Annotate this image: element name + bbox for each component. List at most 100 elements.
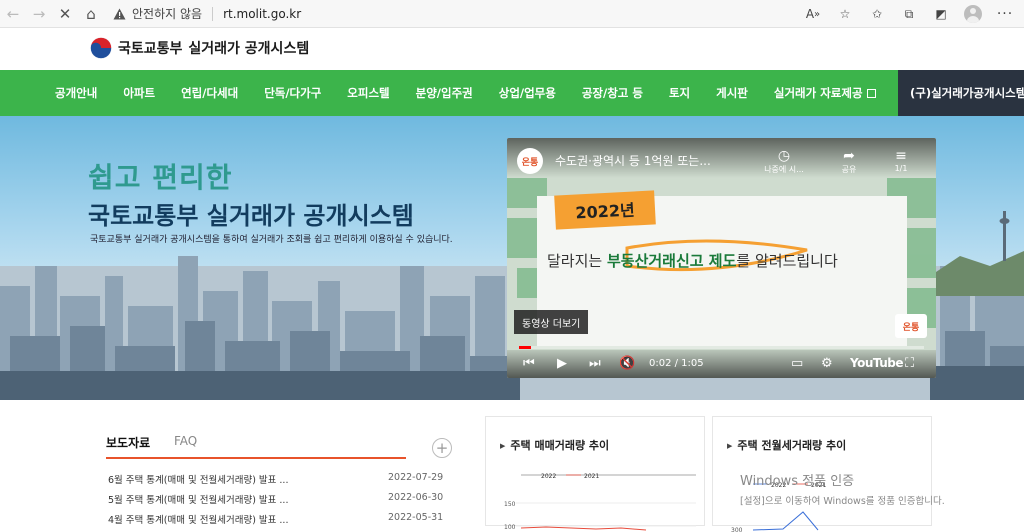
ministry-name: 국토교통부 (118, 41, 183, 57)
share-button[interactable]: ➦ 공유 (829, 148, 869, 175)
legend-label-2022: 2022 (541, 473, 556, 480)
windows-activation-watermark: Windows 정품 인증 [설정]으로 이동하여 Windows를 정품 인증… (740, 470, 945, 507)
profile-avatar[interactable] (964, 5, 982, 23)
playlist-button[interactable]: ≡ 1/1 (881, 148, 921, 173)
warning-icon[interactable] (112, 7, 126, 21)
youtube-logo[interactable]: YouTube (850, 356, 904, 370)
news-row[interactable]: 6월 주택 통계(매매 및 전월세거래량) 발표 ... 2022-07-29 (108, 472, 458, 486)
address-divider (212, 6, 214, 21)
playlist-icon: ≡ (895, 148, 907, 164)
collections-icon[interactable]: ⧉ (900, 5, 918, 23)
clock-icon: ◷ (777, 148, 791, 164)
video-time: 0:02 / 1:05 (649, 358, 704, 369)
headline-suffix: 를 알려드립니다 (736, 252, 838, 270)
y-tick-label: 150 (504, 501, 516, 508)
year-badge: 2022년 (554, 190, 656, 230)
site-logo[interactable]: 국토교통부 실거래가 공개시스템 (90, 37, 309, 59)
read-aloud-icon[interactable]: A» (804, 5, 822, 23)
news-row[interactable]: 5월 주택 통계(매매 및 전월세거래량) 발표 ... 2022-06-30 (108, 492, 458, 506)
news-title[interactable]: 6월 주택 통계(매매 및 전월세거래량) 발표 ... (108, 472, 388, 486)
next-icon[interactable]: ⏭ (589, 356, 601, 372)
video-controls: ⏮ ▶ ⏭ 🔇 0:02 / 1:05 ▭ ⚙ YouTube ⛶ (507, 350, 936, 378)
headline-emphasis: 부동산거래신고 제도 (606, 252, 737, 270)
headline-prefix: 달라지는 (547, 252, 607, 270)
fullscreen-icon[interactable]: ⛶ (905, 356, 914, 372)
more-news-plus-icon[interactable]: + (432, 438, 452, 458)
series-line-2022 (752, 511, 819, 531)
y-tick-label: 100 (504, 524, 516, 531)
watermark-title: Windows 정품 인증 (740, 474, 855, 489)
nav-item-land[interactable]: 토지 (656, 85, 703, 101)
settings-gear-icon[interactable]: ⚙ (821, 356, 833, 372)
nav-item-factory[interactable]: 공장/창고 등 (569, 85, 656, 101)
mute-icon[interactable]: 🔇 (619, 356, 635, 372)
news-date: 2022-06-30 (388, 492, 444, 503)
news-title[interactable]: 5월 주택 통계(매매 및 전월세거래량) 발표 ... (108, 492, 388, 506)
hero-description: 국토교통부 실거래가 공개시스템을 통하여 실거래가 조회를 쉽고 편리하게 이… (90, 235, 453, 245)
hero-title: 국토교통부 실거래가 공개시스템 (88, 202, 414, 230)
url-text[interactable]: rt.molit.go.kr (223, 7, 301, 21)
browser-toolbar: ← → ✕ ⌂ 안전하지 않음 rt.molit.go.kr A» ☆ ✩ ⧉ … (0, 0, 1024, 28)
nav-item-legacy-system[interactable]: (구)실거래가공개시스템 (898, 70, 1024, 116)
nav-item-detached-house[interactable]: 단독/다가구 (251, 85, 334, 101)
y-tick-label: 300 (731, 527, 743, 532)
external-link-icon (866, 89, 876, 98)
news-title[interactable]: 4월 주택 통계(매매 및 전월세거래량) 발표 ... (108, 512, 388, 526)
video-headline: 달라지는 부동산거래신고 제도를 알려드립니다 (547, 250, 838, 271)
video-player[interactable]: 온통 수도권·광역시 등 1억원 또는... ◷ 나중에 시... ➦ 공유 ≡… (507, 138, 936, 378)
channel-watermark: 온통 (895, 314, 927, 338)
news-card: 보도자료 FAQ + 6월 주택 통계(매매 및 전월세거래량) 발표 ... … (96, 416, 468, 526)
site-header: 국토교통부 실거래가 공개시스템 (0, 29, 1024, 70)
news-row[interactable]: 4월 주택 통계(매매 및 전월세거래량) 발표 ... 2022-05-31 (108, 512, 458, 526)
extension-icon[interactable]: ◩ (932, 5, 950, 23)
rent-volume-title: 주택 전월세거래량 추이 (727, 437, 846, 453)
nav-item-apartment[interactable]: 아파트 (110, 85, 168, 101)
main-navigation: 공개안내 아파트 연립/다세대 단독/다가구 오피스텔 분양/입주권 상업/업무… (0, 70, 1024, 116)
tab-faq[interactable]: FAQ (174, 434, 197, 454)
nav-item-officetel[interactable]: 오피스텔 (334, 85, 402, 101)
watch-later-label: 나중에 시... (764, 165, 804, 174)
news-tabs: 보도자료 FAQ (106, 434, 420, 459)
nav-item-guide[interactable]: 공개안내 (0, 85, 110, 101)
playlist-counter: 1/1 (894, 164, 908, 173)
more-options-icon[interactable]: ··· (996, 5, 1014, 23)
video-progress-bar[interactable] (519, 346, 924, 349)
subtitles-icon[interactable]: ▭ (791, 356, 803, 372)
nav-item-commercial[interactable]: 상업/업무용 (486, 85, 569, 101)
browser-tools: A» ☆ ✩ ⧉ ◩ ··· (804, 0, 1014, 28)
government-emblem-icon (90, 37, 112, 59)
video-progress-fill (519, 346, 532, 349)
forward-icon[interactable]: → (26, 1, 52, 27)
play-icon[interactable]: ▶ (557, 356, 567, 372)
close-icon[interactable]: ✕ (52, 1, 78, 27)
watermark-message: [설정]으로 이동하여 Windows를 정품 인증합니다. (740, 496, 945, 507)
nav-item-presale[interactable]: 분양/입주권 (403, 85, 486, 101)
hero-tagline: 쉽고 편리한 (88, 161, 233, 194)
channel-avatar[interactable]: 온통 (517, 148, 543, 174)
more-videos-button[interactable]: 동영상 더보기 (514, 310, 589, 334)
tab-press-release[interactable]: 보도자료 (106, 434, 406, 459)
share-label: 공유 (841, 165, 857, 174)
news-date: 2022-07-29 (388, 472, 444, 483)
share-icon: ➦ (843, 148, 855, 164)
data-provision-label: 실거래가 자료제공 (773, 86, 863, 100)
address-bar[interactable]: 안전하지 않음 rt.molit.go.kr (112, 2, 301, 26)
series-line-2021 (520, 526, 647, 531)
sales-volume-card: 주택 매매거래량 추이 2022 2021 150 100 (485, 416, 705, 531)
sales-volume-title: 주택 매매거래량 추이 (500, 437, 609, 453)
back-icon[interactable]: ← (0, 1, 26, 27)
nav-item-data-provision[interactable]: 실거래가 자료제공 (761, 85, 889, 101)
legend-label-2021: 2021 (584, 473, 599, 480)
video-title[interactable]: 수도권·광역시 등 1억원 또는... (555, 152, 755, 169)
news-date: 2022-05-31 (388, 512, 444, 523)
sales-volume-chart: 2022 2021 150 100 (504, 473, 696, 531)
home-icon[interactable]: ⌂ (78, 1, 104, 27)
favorite-add-icon[interactable]: ☆ (836, 5, 854, 23)
favorites-icon[interactable]: ✩ (868, 5, 886, 23)
security-label[interactable]: 안전하지 않음 (132, 5, 202, 22)
previous-icon[interactable]: ⏮ (523, 356, 535, 372)
watch-later-button[interactable]: ◷ 나중에 시... (764, 148, 804, 175)
system-name: 실거래가 공개시스템 (188, 41, 310, 57)
nav-item-row-house[interactable]: 연립/다세대 (168, 85, 251, 101)
nav-item-board[interactable]: 게시판 (703, 85, 761, 101)
